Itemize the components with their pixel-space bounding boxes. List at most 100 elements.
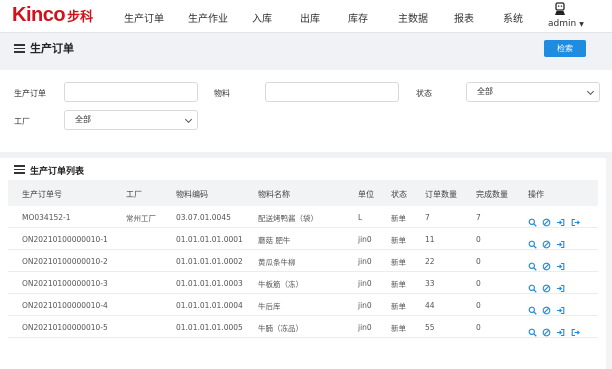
cell-unit: L bbox=[358, 213, 363, 222]
login-icon[interactable] bbox=[556, 234, 565, 249]
order-filter-input[interactable] bbox=[64, 82, 198, 102]
order-list-panel: 生产订单列表 生产订单号 工厂 物料编码 物料名称 单位 状态 订单数量 完成数… bbox=[0, 158, 612, 369]
user-avatar-icon bbox=[555, 2, 565, 15]
cell-material-code: 01.01.01.01.0004 bbox=[176, 301, 243, 310]
col-done-qty[interactable]: 完成数量 bbox=[476, 189, 508, 200]
cell-order-qty: 55 bbox=[425, 323, 435, 332]
logo-suffix: 步科 bbox=[67, 10, 94, 25]
filter-panel: 生产订单 物料 状态 全部 工厂 全部 bbox=[0, 70, 612, 152]
search-icon[interactable] bbox=[528, 322, 537, 337]
col-order-qty[interactable]: 订单数量 bbox=[425, 189, 457, 200]
cell-order-no: ON20210100000010-5 bbox=[22, 323, 108, 332]
table-row[interactable]: ON20210100000010-1 01.01.01.01.0001 蘑菇 肥牛 j… bbox=[8, 228, 598, 250]
table-row[interactable]: ON20210100000010-2 01.01.01.01.0002 黄瓜条牛柳 j… bbox=[8, 250, 598, 272]
cell-order-qty: 33 bbox=[425, 279, 435, 288]
search-icon[interactable] bbox=[528, 278, 537, 293]
nav-item-inbound[interactable]: 入库 bbox=[252, 10, 272, 25]
col-unit[interactable]: 单位 bbox=[358, 189, 374, 200]
status-filter-select[interactable]: 全部 bbox=[466, 82, 600, 102]
col-order-no[interactable]: 生产订单号 bbox=[22, 189, 62, 200]
cancel-icon[interactable] bbox=[542, 322, 551, 337]
list-icon bbox=[14, 44, 25, 53]
login-icon[interactable] bbox=[556, 256, 565, 271]
cell-done-qty: 0 bbox=[476, 279, 481, 288]
search-button[interactable]: 检索 bbox=[544, 40, 586, 57]
cell-status: 新单 bbox=[391, 302, 406, 311]
username: admin ▼ bbox=[548, 19, 584, 29]
scrollbar[interactable] bbox=[606, 158, 612, 369]
cancel-icon[interactable] bbox=[542, 300, 551, 315]
factory-filter-value: 全部 bbox=[75, 115, 91, 124]
table-row[interactable]: MO034152-1 常州工厂 03.07.01.0045 配送烤鸭酱（袋） L 新单 7 7 bbox=[8, 206, 598, 228]
nav-item-master-data[interactable]: 主数据 bbox=[398, 10, 428, 25]
table-header: 生产订单号 工厂 物料编码 物料名称 单位 状态 订单数量 完成数量 操作 bbox=[8, 180, 598, 206]
top-navbar: Kinco 步科 生产订单 生产作业 入库 出库 库存 主数据 报表 系统 ad… bbox=[0, 0, 612, 33]
nav-item-outbound[interactable]: 出库 bbox=[300, 10, 320, 25]
cancel-icon[interactable] bbox=[542, 212, 551, 227]
cell-material-name: 牛后库 bbox=[258, 302, 281, 311]
material-filter-label: 物料 bbox=[214, 89, 230, 98]
nav-item-reports[interactable]: 报表 bbox=[454, 10, 474, 25]
search-icon[interactable] bbox=[528, 300, 537, 315]
list-icon bbox=[14, 165, 25, 174]
kinco-logo[interactable]: Kinco 步科 bbox=[12, 4, 93, 28]
col-actions: 操作 bbox=[528, 190, 544, 199]
col-factory[interactable]: 工厂 bbox=[126, 189, 142, 200]
order-filter-label: 生产订单 bbox=[14, 89, 46, 98]
cancel-icon[interactable] bbox=[542, 256, 551, 271]
cancel-icon[interactable] bbox=[542, 278, 551, 293]
logout-icon[interactable] bbox=[571, 212, 580, 227]
nav-item-production-order[interactable]: 生产订单 bbox=[124, 10, 164, 25]
user-menu[interactable]: admin ▼ bbox=[540, 0, 585, 33]
cell-unit: jin0 bbox=[358, 235, 372, 244]
table-row[interactable]: ON20210100000010-3 01.01.01.01.0003 牛板筋（冻）… bbox=[8, 272, 598, 294]
cell-material-code: 01.01.01.01.0003 bbox=[176, 279, 243, 288]
cell-material-name: 牛腩（冻品） bbox=[258, 324, 303, 333]
table-row[interactable]: ON20210100000010-5 01.01.01.01.0005 牛腩（冻品）… bbox=[8, 316, 598, 338]
page-header: 生产订单 检索 bbox=[0, 33, 612, 63]
logout-icon[interactable] bbox=[571, 322, 580, 337]
cell-order-qty: 7 bbox=[425, 213, 430, 222]
login-icon[interactable] bbox=[556, 278, 565, 293]
chevron-down-icon bbox=[586, 87, 595, 96]
col-status[interactable]: 状态 bbox=[391, 189, 407, 200]
cell-factory: 常州工厂 bbox=[126, 214, 156, 223]
cell-material-name: 配送烤鸭酱（袋） bbox=[258, 214, 318, 223]
cell-status: 新单 bbox=[391, 280, 406, 289]
nav-item-production-operation[interactable]: 生产作业 bbox=[188, 10, 228, 25]
login-icon[interactable] bbox=[556, 322, 565, 337]
page-title: 生产订单 bbox=[30, 42, 74, 55]
login-icon[interactable] bbox=[556, 300, 565, 315]
status-filter-label: 状态 bbox=[416, 89, 432, 98]
cell-material-code: 01.01.01.01.0002 bbox=[176, 257, 243, 266]
cell-order-no: ON20210100000010-3 bbox=[22, 279, 108, 288]
chevron-down-icon bbox=[184, 115, 193, 124]
nav-item-system[interactable]: 系统 bbox=[503, 10, 523, 25]
list-title: 生产订单列表 bbox=[30, 167, 85, 177]
table-row[interactable]: ON20210100000010-4 01.01.01.01.0004 牛后库 jin… bbox=[8, 294, 598, 316]
cell-order-no: ON20210100000010-1 bbox=[22, 235, 108, 244]
cancel-icon[interactable] bbox=[542, 234, 551, 249]
login-icon[interactable] bbox=[556, 212, 565, 227]
cell-status: 新单 bbox=[391, 258, 406, 267]
factory-filter-label: 工厂 bbox=[14, 117, 30, 126]
cell-order-qty: 22 bbox=[425, 257, 435, 266]
material-filter-input[interactable] bbox=[265, 82, 399, 102]
cell-done-qty: 0 bbox=[476, 257, 481, 266]
search-icon[interactable] bbox=[528, 234, 537, 249]
username-text: admin bbox=[548, 19, 577, 29]
search-icon[interactable] bbox=[528, 212, 537, 227]
caret-down-icon: ▼ bbox=[579, 21, 584, 28]
cell-material-code: 03.07.01.0045 bbox=[176, 213, 231, 222]
search-icon[interactable] bbox=[528, 256, 537, 271]
cell-unit: jin0 bbox=[358, 301, 372, 310]
cell-material-code: 01.01.01.01.0001 bbox=[176, 235, 243, 244]
factory-filter-select[interactable]: 全部 bbox=[64, 110, 198, 130]
cell-unit: jin0 bbox=[358, 257, 372, 266]
logo-text: Kinco bbox=[12, 4, 66, 26]
nav-item-inventory[interactable]: 库存 bbox=[348, 10, 368, 25]
cell-order-no: MO034152-1 bbox=[22, 213, 71, 222]
col-material-code[interactable]: 物料编码 bbox=[176, 189, 208, 200]
col-material-name[interactable]: 物料名称 bbox=[258, 189, 290, 200]
cell-order-qty: 44 bbox=[425, 301, 435, 310]
